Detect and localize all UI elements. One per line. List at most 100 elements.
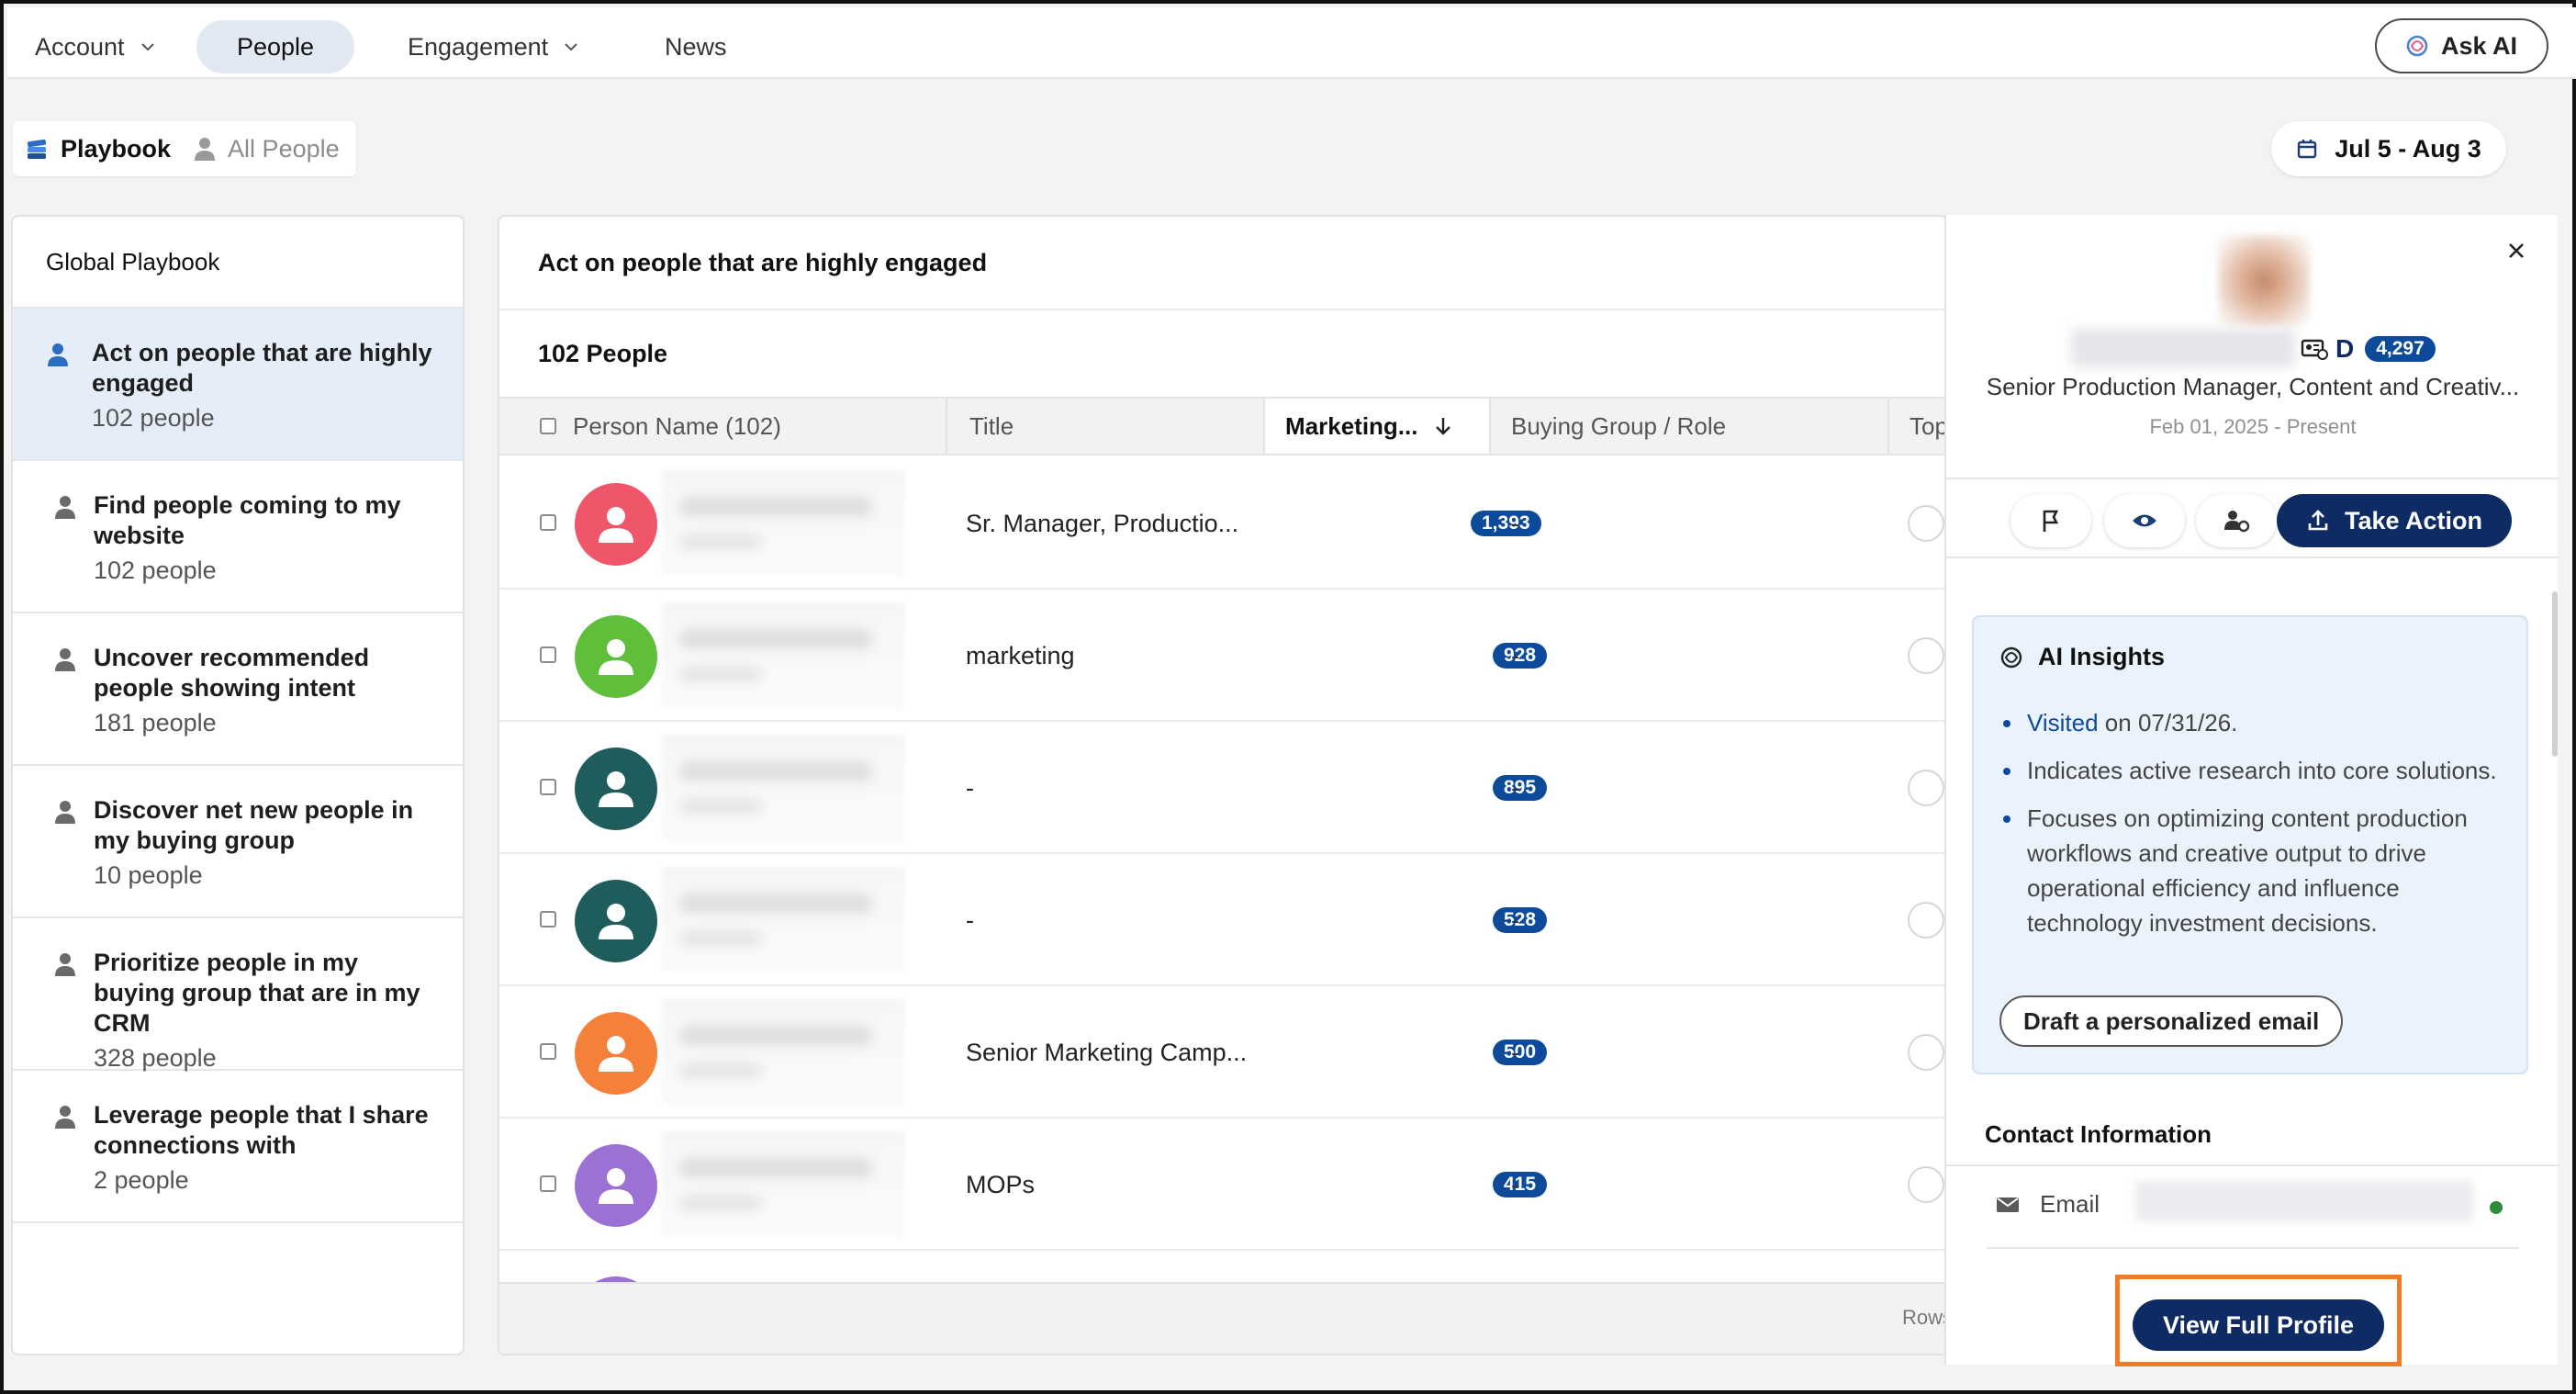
row-checkbox[interactable] [540,1175,556,1192]
person-icon [55,648,75,671]
profile-job-title: Senior Production Manager, Content and C… [1986,373,2520,400]
view-full-profile-label: View Full Profile [2162,1310,2355,1339]
row-checkbox[interactable] [540,779,556,795]
email-label: Email [2040,1190,2100,1218]
nav-engagement[interactable]: Engagement [382,20,605,73]
playbook-item[interactable]: Act on people that are highly engaged 10… [13,309,463,461]
playbook-item[interactable]: Uncover recommended people showing inten… [13,613,463,766]
column-top[interactable]: Top [1887,399,1946,454]
avatar [575,483,657,566]
topic-icon[interactable] [1908,637,1944,674]
table-body: Sr. Manager, Productio... 1,393 - marketing… [499,457,1946,1284]
person-icon [599,639,633,675]
table-row[interactable]: marketing 928- [499,590,1946,722]
view-full-profile-button[interactable]: View Full Profile [2133,1299,2384,1351]
divider [1946,556,2559,558]
calendar-icon [2298,140,2317,159]
cell-title: - [966,905,974,934]
tab-all-people[interactable]: All People [182,125,351,173]
topic-icon[interactable] [1908,1166,1944,1203]
row-checkbox[interactable] [540,911,556,927]
select-all-checkbox[interactable] [540,418,556,434]
table-row[interactable]: Senior Marketing Camp... 500- [499,986,1946,1119]
score-badge: 415 [1493,1172,1548,1197]
person-name-redacted[interactable] [661,867,905,973]
person-name-redacted[interactable] [661,735,905,841]
playbook-item-count: 328 people [94,1044,217,1072]
profile-grade: D [2335,334,2355,363]
playbook-item-label: Act on people that are highly engaged [92,339,432,397]
view-toggle: Playbook All People [13,121,356,176]
playbook-item-label: Find people coming to my website [94,491,401,549]
book-stack-icon [27,139,47,159]
score-badge: 928 [1493,643,1548,669]
watch-button[interactable] [2104,494,2185,547]
table-header: Person Name (102) Title Marketing... Buy… [499,397,1946,455]
people-settings-icon [2224,511,2250,533]
cell-title: Sr. Manager, Productio... [966,509,1239,537]
close-icon[interactable] [2506,241,2526,261]
profile-score-badge: 4,297 [2365,336,2436,362]
score-badge: 1,393 [1471,511,1541,536]
profile-tenure: Feb 01, 2025 - Present [2149,415,2357,438]
table-row[interactable]: MOPs 415- [499,1119,1946,1251]
person-name-redacted[interactable] [661,999,905,1106]
column-title[interactable]: Title [946,399,1285,454]
flag-button[interactable] [2010,494,2091,547]
tab-playbook[interactable]: Playbook [13,125,182,173]
playbook-item[interactable]: Prioritize people in my buying group tha… [13,918,463,1072]
row-checkbox[interactable] [540,1043,556,1060]
playbook-item-count: 181 people [94,709,217,736]
table-row[interactable] [499,1251,1946,1284]
ai-sparkle-icon [2406,35,2428,57]
highlight-box: View Full Profile [2115,1275,2402,1366]
table-row[interactable]: -895- [499,722,1946,854]
column-person-name[interactable]: Person Name (102) [540,399,925,454]
divider [1987,1247,2519,1249]
topic-icon[interactable] [1908,505,1944,542]
chevron-down-icon [140,43,154,51]
person-name-redacted[interactable] [661,602,905,709]
email-row: Email [1996,1190,2100,1219]
nav-news[interactable]: News [639,20,753,73]
date-range-label: Jul 5 - Aug 3 [2335,134,2481,163]
topic-icon[interactable] [1908,770,1944,806]
row-checkbox[interactable] [540,514,556,531]
nav-account[interactable]: Account [9,20,182,73]
tab-all-people-label: All People [228,134,340,163]
visited-link[interactable]: Visited [2027,709,2099,736]
person-name-redacted[interactable] [661,470,905,577]
upload-icon [2308,510,2328,531]
ai-insights-heading: AI Insights [1998,643,2165,671]
person-icon [599,507,633,543]
nav-people[interactable]: People [196,20,354,73]
ai-insights-title: AI Insights [2038,643,2166,670]
profile-panel: D 4,297 Senior Production Manager, Conte… [1944,215,2559,1366]
playbook-item[interactable]: Discover net new people in my buying gro… [13,766,463,918]
take-action-button[interactable]: Take Action [2277,494,2512,547]
person-icon [55,801,75,824]
ask-ai-button[interactable]: Ask AI [2374,18,2548,73]
date-range-button[interactable]: Jul 5 - Aug 3 [2271,121,2506,176]
column-buying-group[interactable]: Buying Group / Role [1489,399,1889,454]
ai-sparkle-icon [2000,646,2022,668]
topic-icon[interactable] [1908,902,1944,939]
add-to-group-button[interactable] [2196,494,2277,547]
score-badge: 500 [1493,1040,1548,1065]
scrollbar[interactable] [2552,591,2558,757]
draft-email-button[interactable]: Draft a personalized email [1999,995,2344,1047]
playbook-item-label: Discover net new people in my buying gro… [94,796,414,854]
column-marketing[interactable]: Marketing... [1263,399,1489,454]
topic-icon[interactable] [1908,1034,1944,1071]
playbook-item[interactable]: Find people coming to my website 102 peo… [13,461,463,613]
playbook-item-label: Leverage people that I share connections… [94,1101,429,1159]
cell-title: marketing [966,641,1075,669]
profile-photo [2218,235,2310,327]
row-checkbox[interactable] [540,646,556,663]
cell-buying-group: - [1511,905,1519,934]
playbook-item[interactable]: Leverage people that I share connections… [13,1071,463,1223]
person-name-redacted[interactable] [661,1131,905,1238]
table-row[interactable]: Sr. Manager, Productio... 1,393- [499,457,1946,590]
table-row[interactable]: -528- [499,854,1946,986]
email-verified-indicator [2490,1201,2503,1214]
